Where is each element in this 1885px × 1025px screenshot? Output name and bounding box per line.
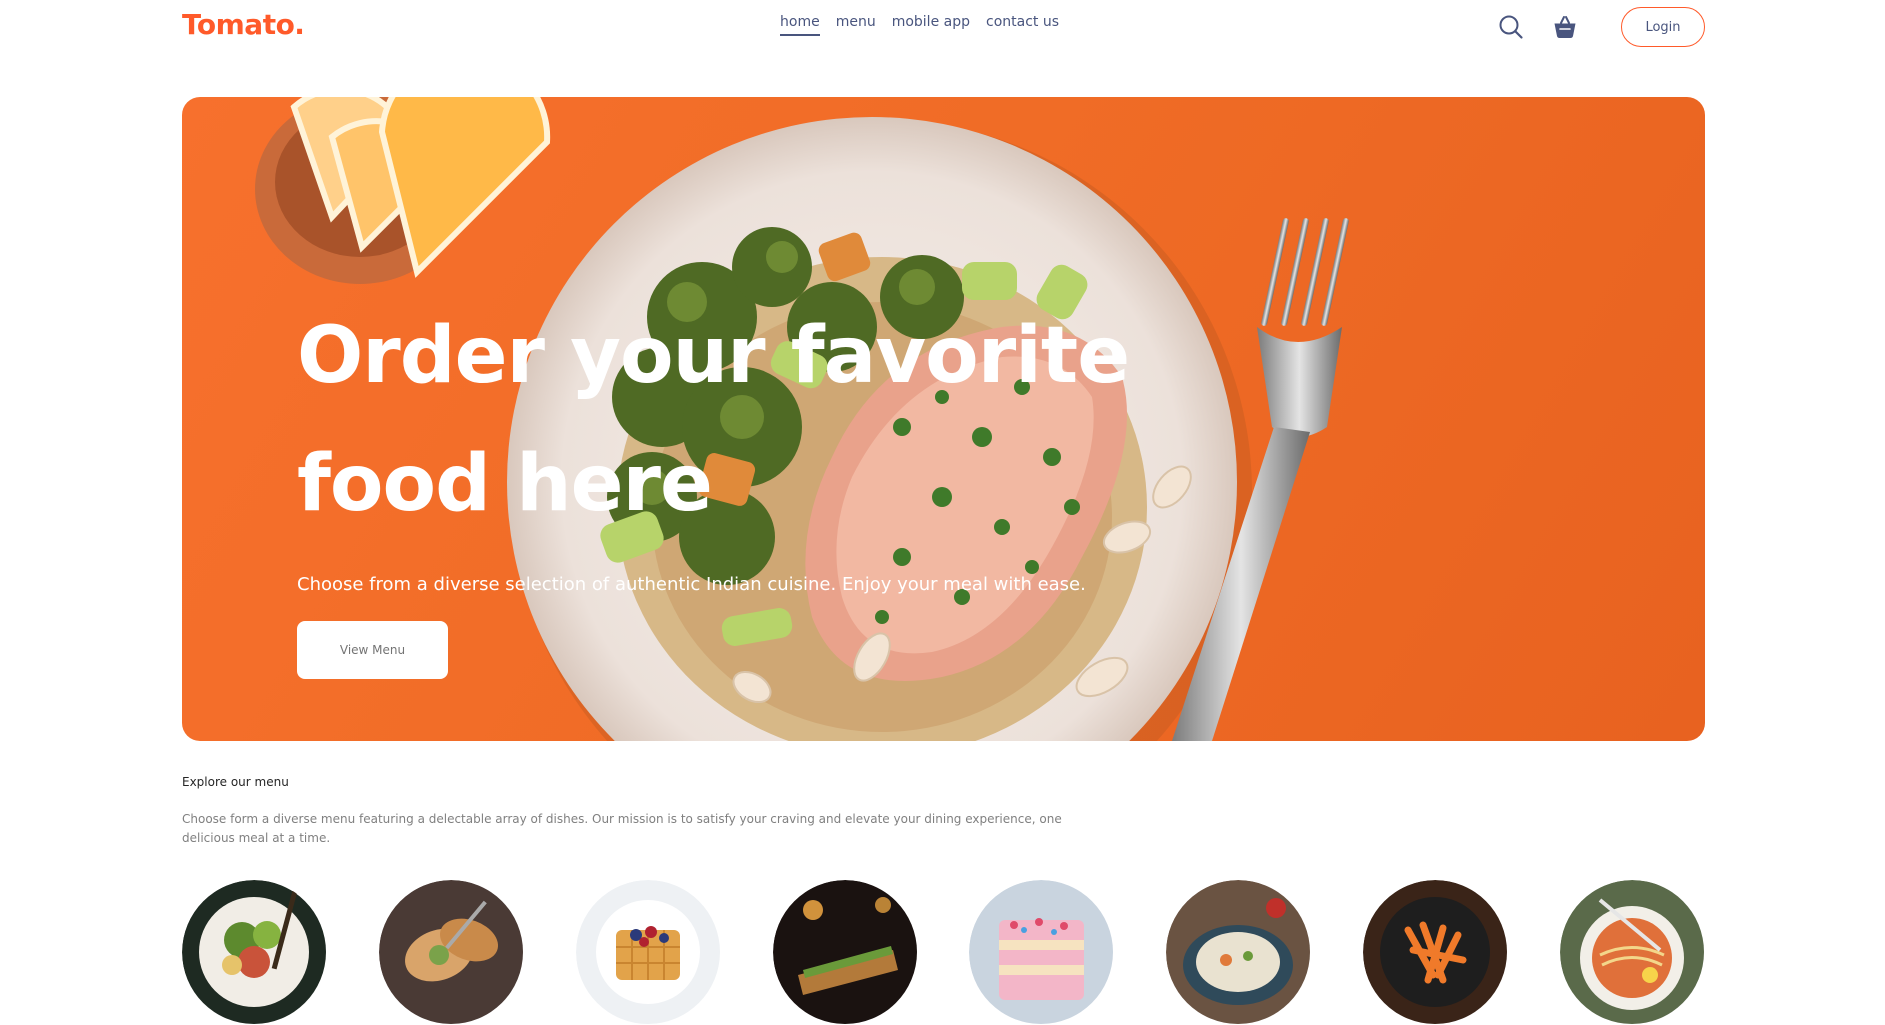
hero-title-line2: food here	[297, 439, 713, 529]
logo[interactable]: Tomato.	[182, 8, 305, 41]
pure-veg-image[interactable]	[1166, 880, 1311, 1025]
explore-menu-title: Explore our menu	[182, 775, 289, 789]
navbar: Tomato. home menu mobile app contact us …	[182, 0, 1705, 52]
rolls-image[interactable]	[378, 880, 524, 1025]
basket-icon[interactable]	[1550, 12, 1580, 42]
search-icon[interactable]	[1496, 12, 1526, 42]
menu-category-list	[182, 880, 1705, 1025]
explore-menu-text: Choose form a diverse menu featuring a d…	[182, 812, 1062, 845]
nav-link-mobile-app[interactable]: mobile app	[892, 14, 970, 36]
nav-link-menu[interactable]: menu	[836, 14, 876, 36]
nav-link-contact-us[interactable]: contact us	[986, 14, 1059, 36]
hero-subtitle: Choose from a diverse selection of authe…	[297, 574, 1086, 595]
hero-content: Order your favorite food here Choose fro…	[297, 292, 1197, 679]
view-menu-button[interactable]: View Menu	[297, 621, 448, 679]
login-button[interactable]: Login	[1621, 7, 1705, 47]
sandwich-image[interactable]	[772, 880, 918, 1025]
noodles-image[interactable]	[1559, 880, 1705, 1025]
cake-image[interactable]	[969, 880, 1114, 1025]
hero-title: Order your favorite food here	[297, 292, 1197, 548]
nav-menu: home menu mobile app contact us	[780, 14, 1059, 36]
dessert-image[interactable]	[575, 880, 721, 1025]
nav-link-home[interactable]: home	[780, 14, 820, 36]
explore-menu-section: Explore our menu Choose form a diverse m…	[182, 775, 1705, 1024]
nav-right: Login	[1496, 7, 1705, 47]
hero-title-line1: Order your favorite	[297, 311, 1130, 401]
pasta-image[interactable]	[1363, 880, 1508, 1025]
salad-image[interactable]	[182, 880, 327, 1025]
hero-banner: Order your favorite food here Choose fro…	[182, 97, 1705, 741]
